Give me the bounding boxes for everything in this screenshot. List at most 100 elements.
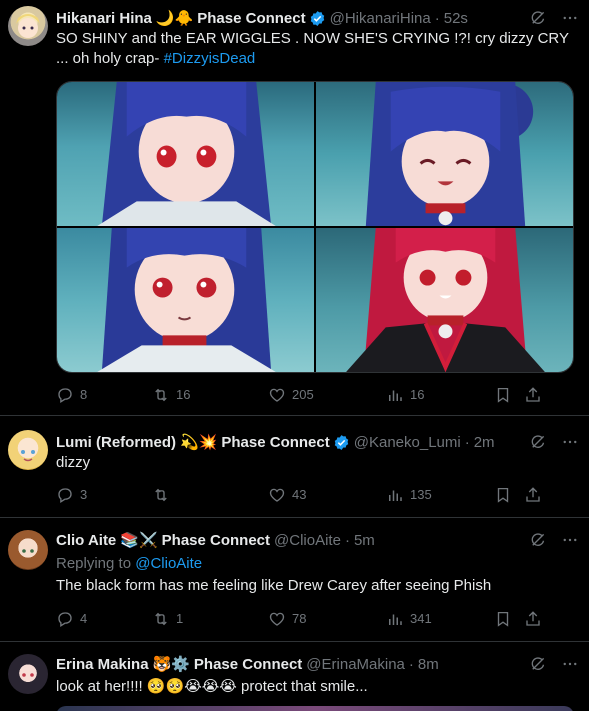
share-icon bbox=[524, 486, 542, 504]
share-button[interactable] bbox=[524, 486, 542, 504]
avatar[interactable] bbox=[8, 530, 48, 570]
verified-icon bbox=[333, 434, 350, 451]
grok-icon[interactable] bbox=[529, 433, 547, 451]
like-count: 205 bbox=[292, 387, 314, 402]
bookmark-icon bbox=[494, 386, 512, 404]
pleading-emoji-icon: 🥺🥺 bbox=[146, 678, 185, 695]
display-name-suffix[interactable]: Phase Connect bbox=[197, 10, 305, 27]
timestamp[interactable]: 2m bbox=[474, 434, 495, 451]
display-name-suffix[interactable]: Phase Connect bbox=[221, 434, 329, 451]
like-button[interactable]: 78 bbox=[268, 610, 386, 628]
like-count: 78 bbox=[292, 611, 307, 626]
tweet-text: SO SHINY and the EAR WIGGLES . NOW SHE'S… bbox=[56, 29, 579, 69]
timestamp[interactable]: 8m bbox=[418, 656, 439, 673]
reply-button[interactable]: 8 bbox=[56, 386, 152, 404]
bookmark-button[interactable] bbox=[494, 386, 524, 404]
tweet[interactable]: Erina Makina 🐯 ⚙️ Phase Connect @ErinaMa… bbox=[0, 642, 589, 711]
separator-dot: · bbox=[408, 655, 414, 673]
grok-icon[interactable] bbox=[529, 655, 547, 673]
crying-emoji-icon: 😭😭😭 bbox=[184, 678, 237, 695]
display-name[interactable]: Lumi (Reformed) bbox=[56, 434, 176, 451]
like-button[interactable]: 205 bbox=[268, 386, 386, 404]
bookmark-icon bbox=[494, 486, 512, 504]
tweet-header: Erina Makina 🐯 ⚙️ Phase Connect @ErinaMa… bbox=[56, 654, 581, 674]
handle[interactable]: @ErinaMakina bbox=[306, 656, 405, 673]
more-icon[interactable] bbox=[561, 531, 579, 549]
media-image[interactable] bbox=[316, 82, 573, 226]
grok-icon[interactable] bbox=[529, 531, 547, 549]
views-count: 135 bbox=[410, 487, 432, 502]
bookmark-button[interactable] bbox=[494, 610, 524, 628]
views-count: 16 bbox=[410, 387, 425, 402]
more-icon[interactable] bbox=[561, 655, 579, 673]
media-image[interactable] bbox=[57, 82, 314, 226]
like-button[interactable]: 43 bbox=[268, 486, 386, 504]
display-name[interactable]: Erina Makina bbox=[56, 656, 149, 673]
replying-label: Replying to bbox=[56, 555, 136, 572]
reply-icon bbox=[56, 486, 74, 504]
like-icon bbox=[268, 486, 286, 504]
tweet[interactable]: Lumi (Reformed) 💫 💥 Phase Connect @Kanek… bbox=[0, 416, 589, 518]
reply-button[interactable]: 3 bbox=[56, 486, 152, 504]
retweet-button[interactable]: 1 bbox=[152, 610, 268, 628]
retweet-button[interactable] bbox=[152, 486, 268, 504]
explosion-emoji-icon: 💥 bbox=[198, 434, 218, 451]
hashtag-link[interactable]: #DizzyisDead bbox=[164, 50, 256, 67]
handle[interactable]: @ClioAite bbox=[274, 532, 341, 549]
handle[interactable]: @Kaneko_Lumi bbox=[354, 434, 461, 451]
share-button[interactable] bbox=[524, 386, 542, 404]
tweet-header: Lumi (Reformed) 💫 💥 Phase Connect @Kanek… bbox=[56, 432, 581, 452]
reply-count: 8 bbox=[80, 387, 88, 402]
avatar[interactable] bbox=[8, 654, 48, 694]
tweet-text-body: SO SHINY and the EAR WIGGLES . NOW SHE'S… bbox=[56, 30, 569, 67]
views-count: 341 bbox=[410, 611, 432, 626]
views-icon bbox=[386, 386, 404, 404]
share-icon bbox=[524, 386, 542, 404]
handle[interactable]: @HikanariHina bbox=[330, 10, 431, 27]
timestamp[interactable]: 5m bbox=[354, 532, 375, 549]
display-name-suffix[interactable]: Phase Connect bbox=[162, 532, 270, 549]
media-image[interactable] bbox=[316, 228, 573, 372]
display-name-suffix[interactable]: Phase Connect bbox=[194, 656, 302, 673]
reply-count: 4 bbox=[80, 611, 88, 626]
media-image[interactable] bbox=[57, 228, 314, 372]
moon-emoji-icon: 🌙 bbox=[155, 10, 175, 27]
like-count: 43 bbox=[292, 487, 307, 502]
bookmark-icon bbox=[494, 610, 512, 628]
tweet-actions: 3 43 135 bbox=[56, 485, 575, 505]
retweet-button[interactable]: 16 bbox=[152, 386, 268, 404]
more-icon[interactable] bbox=[561, 9, 579, 27]
retweet-count: 1 bbox=[176, 611, 184, 626]
display-name[interactable]: Clio Aite bbox=[56, 532, 116, 549]
avatar[interactable] bbox=[8, 6, 48, 46]
views-icon bbox=[386, 610, 404, 628]
views-button[interactable]: 341 bbox=[386, 610, 494, 628]
views-button[interactable]: 135 bbox=[386, 486, 494, 504]
tweet-top-actions bbox=[529, 531, 579, 549]
separator-dot: · bbox=[434, 9, 440, 27]
share-button[interactable] bbox=[524, 610, 542, 628]
separator-dot: · bbox=[344, 531, 350, 549]
reply-button[interactable]: 4 bbox=[56, 610, 152, 628]
retweet-icon bbox=[152, 486, 170, 504]
replying-handle-link[interactable]: @ClioAite bbox=[135, 555, 202, 572]
views-button[interactable]: 16 bbox=[386, 386, 494, 404]
avatar[interactable] bbox=[8, 430, 48, 470]
timestamp[interactable]: 52s bbox=[444, 10, 468, 27]
reply-icon bbox=[56, 610, 74, 628]
tweet-top-actions bbox=[529, 655, 579, 673]
tweet[interactable]: Clio Aite 📚 ⚔️ Phase Connect @ClioAite ·… bbox=[0, 518, 589, 642]
bookmark-button[interactable] bbox=[494, 486, 524, 504]
tweet-header: Hikanari Hina 🌙 🐥 Phase Connect @Hikanar… bbox=[56, 8, 581, 28]
grok-icon[interactable] bbox=[529, 9, 547, 27]
tweet-text-part: look at her!!!! bbox=[56, 678, 147, 695]
tweet-top-actions bbox=[529, 9, 579, 27]
tweet-top-actions bbox=[529, 433, 579, 451]
display-name[interactable]: Hikanari Hina bbox=[56, 10, 152, 27]
chick-emoji-icon: 🐥 bbox=[174, 10, 194, 27]
tiger-emoji-icon: 🐯 bbox=[152, 656, 172, 673]
tweet[interactable]: Hikanari Hina 🌙 🐥 Phase Connect @Hikanar… bbox=[0, 0, 589, 416]
media-image[interactable] bbox=[56, 706, 574, 711]
more-icon[interactable] bbox=[561, 433, 579, 451]
tweet-text-part: protect that smile... bbox=[236, 678, 368, 695]
